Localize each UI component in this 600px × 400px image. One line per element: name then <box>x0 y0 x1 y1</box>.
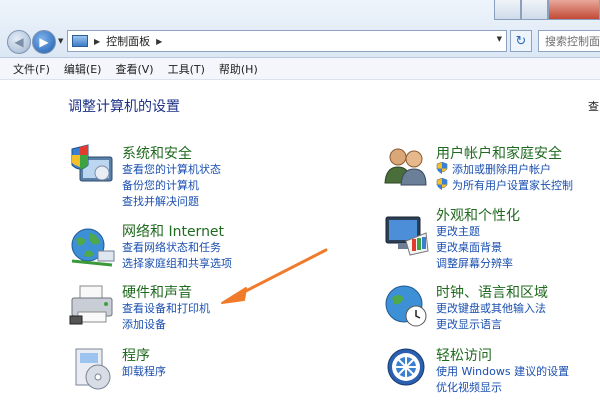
address-dropdown-icon[interactable]: ▼ <box>497 35 502 43</box>
minimize-button[interactable] <box>494 0 521 20</box>
menu-file[interactable]: 文件(F) <box>6 61 57 77</box>
link-add-device[interactable]: 添加设备 <box>122 316 166 332</box>
programs-icon <box>75 348 111 390</box>
menu-bar: 文件(F) 编辑(E) 查看(V) 工具(T) 帮助(H) <box>0 58 600 80</box>
menu-help[interactable]: 帮助(H) <box>212 61 265 77</box>
recent-pages-dropdown[interactable]: ▼ <box>58 37 63 45</box>
category-title[interactable]: 网络和 Internet <box>122 221 224 241</box>
category-title[interactable]: 硬件和声音 <box>122 282 192 302</box>
refresh-button[interactable]: ↻ <box>510 30 532 52</box>
link-windows-recommended-settings[interactable]: 使用 Windows 建议的设置 <box>436 363 569 379</box>
forward-button[interactable]: ▶ <box>32 30 56 54</box>
link-network-status[interactable]: 查看网络状态和任务 <box>122 239 221 255</box>
link-troubleshoot[interactable]: 查找并解决问题 <box>122 193 199 209</box>
ease-of-access-icon <box>387 348 425 386</box>
breadcrumb-control-panel[interactable]: 控制面板 <box>106 33 150 49</box>
control-panel-icon <box>72 35 88 47</box>
link-uninstall-program[interactable]: 卸载程序 <box>122 363 166 379</box>
link-view-computer-status[interactable]: 查看您的计算机状态 <box>122 161 221 177</box>
link-change-background[interactable]: 更改桌面背景 <box>436 239 502 255</box>
category-title[interactable]: 外观和个性化 <box>436 205 520 225</box>
address-field[interactable]: ▶ 控制面板 ▶ ▼ <box>67 30 507 52</box>
category-title[interactable]: 用户帐户和家庭安全 <box>436 143 562 163</box>
forward-arrow-icon: ▶ <box>39 35 49 49</box>
view-by-label[interactable]: 查 <box>588 98 599 114</box>
link-label[interactable]: 添加或删除用户帐户 <box>452 163 551 176</box>
link-label[interactable]: 为所有用户设置家长控制 <box>452 179 573 192</box>
link-homegroup-sharing[interactable]: 选择家庭组和共享选项 <box>122 255 232 271</box>
uac-shield-icon <box>436 162 448 174</box>
menu-view[interactable]: 查看(V) <box>108 61 160 77</box>
search-input[interactable]: 搜索控制面板 <box>538 30 600 52</box>
network-globe-icon <box>71 228 115 267</box>
users-icon <box>384 148 427 186</box>
link-add-remove-accounts[interactable]: 添加或删除用户帐户 <box>436 161 551 177</box>
category-title[interactable]: 轻松访问 <box>436 345 492 365</box>
printer-icon <box>69 285 113 325</box>
link-keyboard-input[interactable]: 更改键盘或其他输入法 <box>436 300 546 316</box>
close-button[interactable] <box>548 0 600 20</box>
back-arrow-icon: ◀ <box>14 35 24 49</box>
link-screen-resolution[interactable]: 调整屏幕分辨率 <box>436 255 513 271</box>
uac-shield-icon <box>436 178 448 190</box>
category-title[interactable]: 系统和安全 <box>122 143 192 163</box>
address-bar: ◀ ▶ ▼ ▶ 控制面板 ▶ ▼ ↻ 搜索控制面板 <box>0 0 600 58</box>
shield-computer-icon <box>71 144 113 182</box>
menu-tools[interactable]: 工具(T) <box>161 61 212 77</box>
link-display-language[interactable]: 更改显示语言 <box>436 316 502 332</box>
clock-globe-icon <box>385 285 427 327</box>
link-optimize-display[interactable]: 优化视频显示 <box>436 379 502 395</box>
category-title[interactable]: 时钟、语言和区域 <box>436 282 548 302</box>
back-button[interactable]: ◀ <box>7 30 31 54</box>
breadcrumb-separator-icon[interactable]: ▶ <box>156 37 162 46</box>
link-change-theme[interactable]: 更改主题 <box>436 223 480 239</box>
category-title[interactable]: 程序 <box>122 345 150 365</box>
menu-edit[interactable]: 编辑(E) <box>57 61 109 77</box>
link-backup-computer[interactable]: 备份您的计算机 <box>122 177 199 193</box>
link-parental-controls[interactable]: 为所有用户设置家长控制 <box>436 177 573 193</box>
link-devices-printers[interactable]: 查看设备和打印机 <box>122 300 210 316</box>
refresh-icon: ↻ <box>515 33 527 49</box>
monitor-palette-icon <box>385 216 429 256</box>
breadcrumb-separator-icon[interactable]: ▶ <box>94 37 100 46</box>
page-title: 调整计算机的设置 <box>68 99 180 115</box>
search-placeholder: 搜索控制面板 <box>545 35 600 48</box>
maximize-button[interactable] <box>521 0 548 20</box>
